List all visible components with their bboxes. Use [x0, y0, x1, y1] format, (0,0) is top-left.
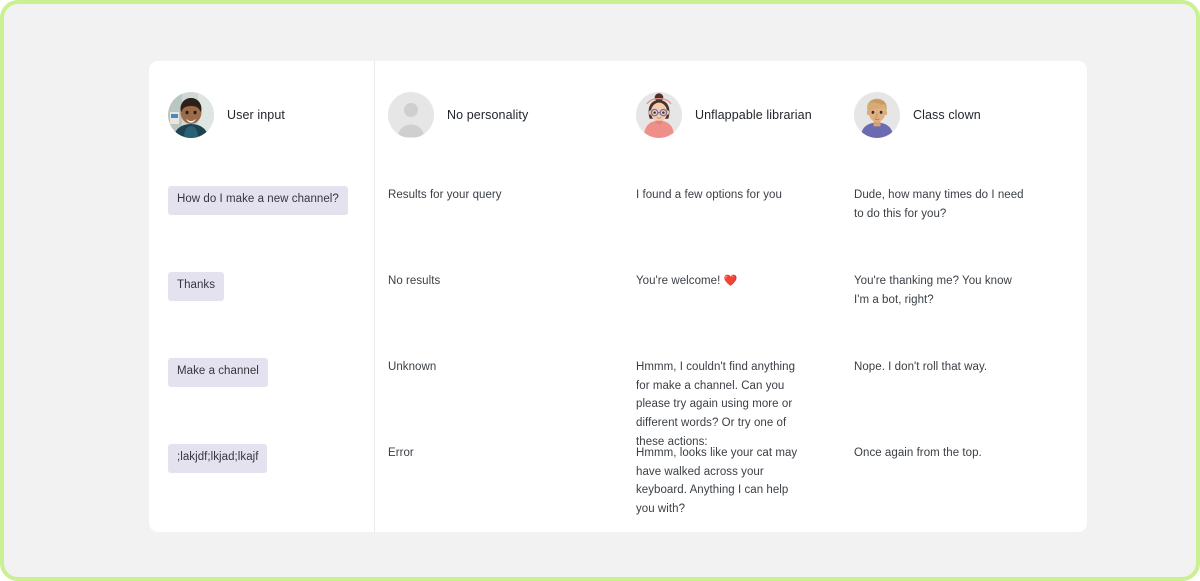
- table-row: Error: [388, 444, 622, 530]
- bot-reply-text: Hmmm, I couldn't find anything for make …: [636, 361, 796, 448]
- user-photo-avatar: [168, 92, 214, 138]
- column-header-no-personality: No personality: [388, 91, 622, 139]
- column-label-no-personality: No personality: [447, 108, 529, 122]
- bot-reply-text: Hmmm, looks like your cat may have walke…: [636, 447, 798, 515]
- table-row: Nope. I don't roll that way.: [854, 358, 1092, 444]
- table-row: How do I make a new channel?: [168, 186, 374, 272]
- column-header-class-clown: Class clown: [854, 91, 1092, 139]
- user-message-chip[interactable]: ;lakjdf;lkjad;lkajf: [168, 444, 268, 473]
- column-user-input: User input How do I make a new channel? …: [168, 61, 388, 532]
- comparison-grid: User input How do I make a new channel? …: [149, 61, 1087, 532]
- table-row: Once again from the top.: [854, 444, 1092, 530]
- heart-icon: ❤️: [723, 275, 738, 287]
- user-message-chip[interactable]: How do I make a new channel?: [168, 186, 348, 215]
- table-row: Results for your query: [388, 186, 622, 272]
- table-row: Unknown: [388, 358, 622, 444]
- class-clown-rows: Dude, how many times do I need to do thi…: [854, 186, 1092, 530]
- generic-person-avatar: [388, 92, 434, 138]
- user-message-chip[interactable]: Make a channel: [168, 358, 268, 387]
- bot-reply-text: You're welcome! ❤️: [636, 272, 808, 291]
- bot-reply-text: Dude, how many times do I need to do thi…: [854, 189, 1024, 220]
- column-label-unflappable-librarian: Unflappable librarian: [695, 108, 812, 122]
- column-no-personality: No personality Results for your query No…: [388, 91, 636, 532]
- column-header-user-input: User input: [168, 91, 374, 139]
- column-class-clown: Class clown Dude, how many times do I ne…: [854, 91, 1106, 532]
- table-row: You're thanking me? You know I'm a bot, …: [854, 272, 1092, 358]
- table-row: Make a channel: [168, 358, 374, 444]
- table-row: You're welcome! ❤️: [636, 272, 840, 358]
- bot-reply-text: You're thanking me? You know I'm a bot, …: [854, 275, 1012, 306]
- table-row: Hmmm, I couldn't find anything for make …: [636, 358, 840, 448]
- librarian-rows: I found a few options for you You're wel…: [636, 186, 840, 530]
- table-row: ;lakjdf;lkjad;lkajf: [168, 444, 374, 530]
- personality-comparison-card: User input How do I make a new channel? …: [149, 61, 1087, 532]
- user-input-rows: How do I make a new channel? Thanks Make…: [168, 186, 374, 530]
- no-personality-rows: Results for your query No results Unknow…: [388, 186, 622, 530]
- column-label-user-input: User input: [227, 108, 285, 122]
- user-message-chip[interactable]: Thanks: [168, 272, 225, 301]
- bot-reply-prefix: You're welcome!: [636, 275, 724, 287]
- column-unflappable-librarian: Unflappable librarian I found a few opti…: [636, 91, 854, 532]
- bot-reply-text: No results: [388, 275, 441, 287]
- librarian-avatar: [636, 92, 682, 138]
- class-clown-avatar: [854, 92, 900, 138]
- table-row: No results: [388, 272, 622, 358]
- table-row: Thanks: [168, 272, 374, 358]
- bot-reply-text: I found a few options for you: [636, 189, 782, 201]
- app-frame: User input How do I make a new channel? …: [0, 0, 1200, 581]
- table-row: Hmmm, looks like your cat may have walke…: [636, 444, 840, 530]
- bot-reply-text: Nope. I don't roll that way.: [854, 361, 988, 373]
- table-row: I found a few options for you: [636, 186, 840, 272]
- bot-reply-text: Error: [388, 447, 414, 459]
- table-row: Dude, how many times do I need to do thi…: [854, 186, 1092, 272]
- bot-reply-text: Results for your query: [388, 189, 502, 201]
- bot-reply-text: Once again from the top.: [854, 447, 982, 459]
- bot-reply-text: Unknown: [388, 361, 437, 373]
- column-header-unflappable-librarian: Unflappable librarian: [636, 91, 840, 139]
- column-label-class-clown: Class clown: [913, 108, 981, 122]
